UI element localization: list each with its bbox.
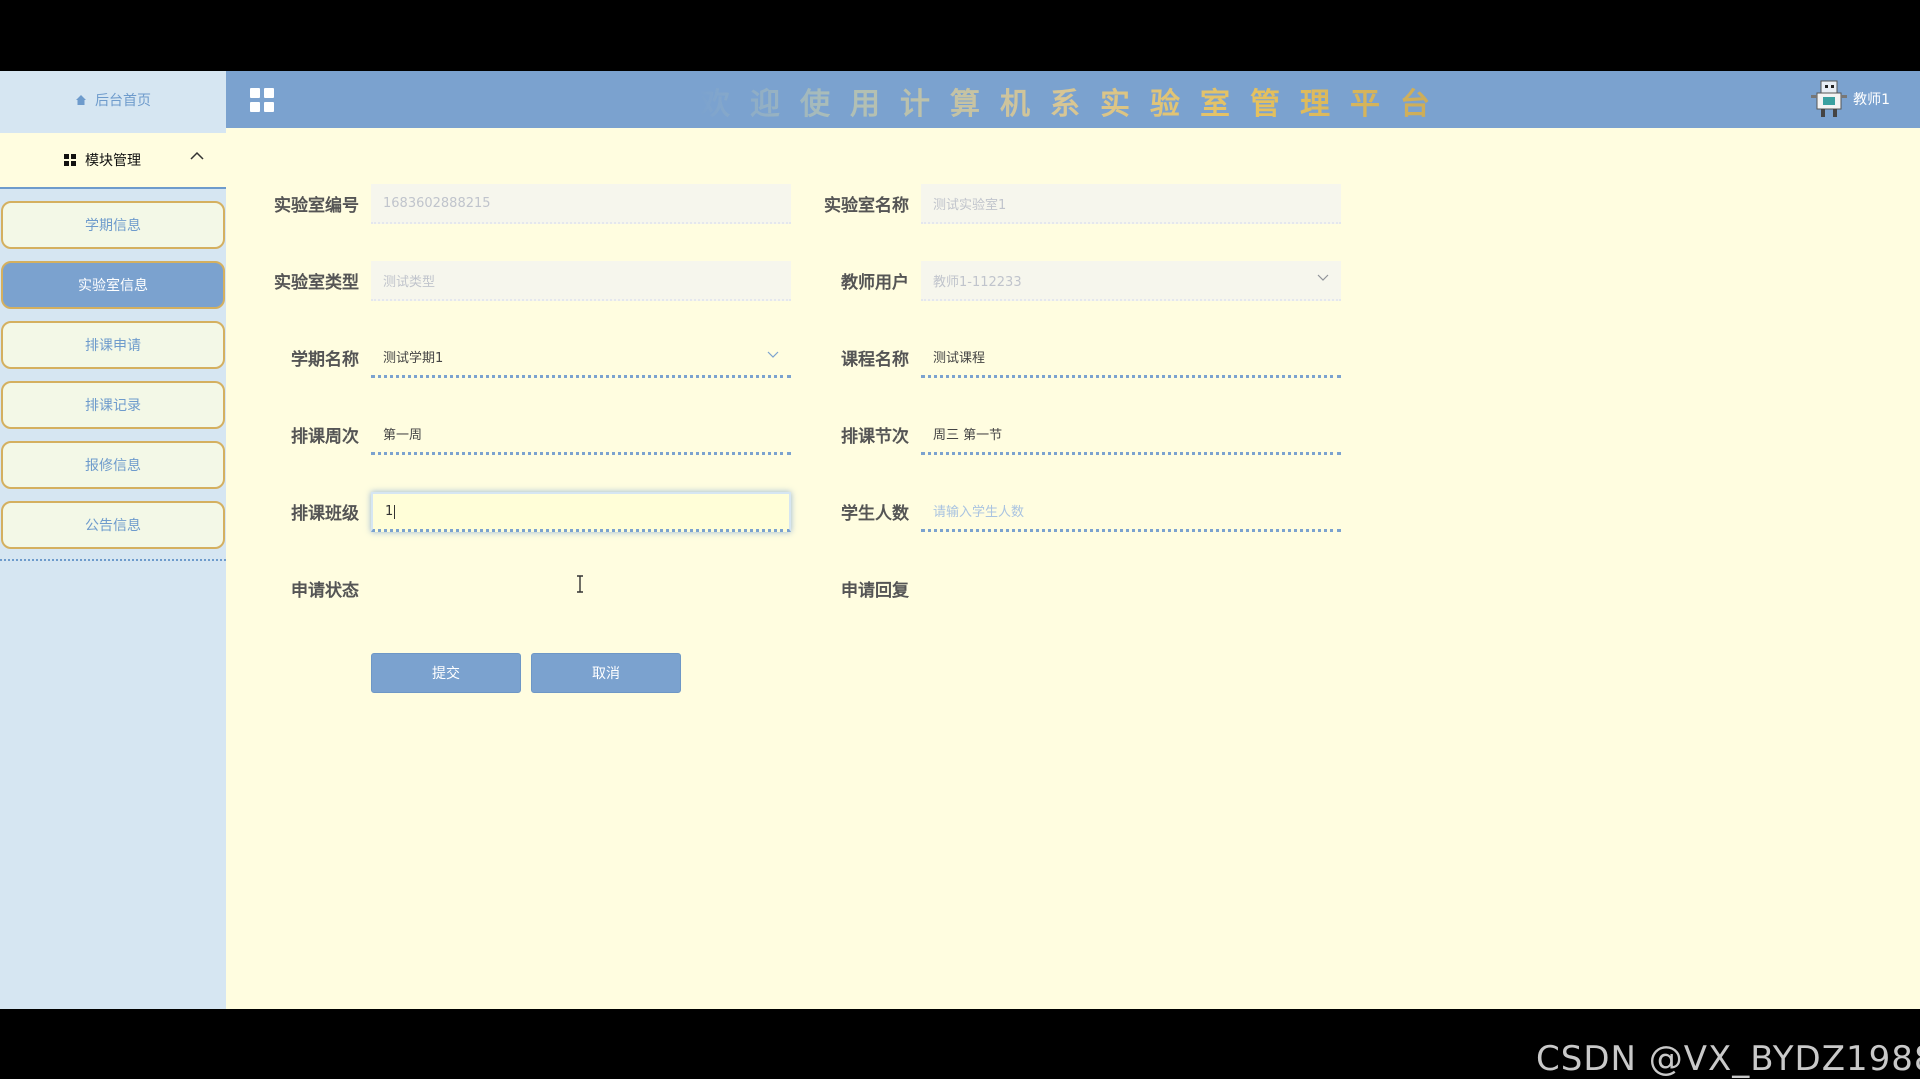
course-name-input[interactable]: 测试课程 [921, 338, 1341, 378]
week-label: 排课周次 [291, 427, 359, 447]
app: 后台首页 模块管理 学期信息 实验室信息 排课申请 排课记录 报修信息 公告信息… [0, 71, 1920, 1079]
sidebar-item-schedule-record[interactable]: 排课记录 [1, 381, 225, 429]
student-count-label: 学生人数 [841, 504, 909, 524]
lab-type-value: 测试类型 [383, 274, 436, 290]
lab-id-value: 1683602888215 [383, 195, 491, 211]
sidebar-divider [0, 559, 226, 561]
student-count-input[interactable]: 请输入学生人数 [921, 492, 1341, 532]
sidebar-module-label: 模块管理 [85, 153, 141, 169]
cancel-button-label: 取消 [592, 666, 620, 682]
header-bar: 欢迎使用计算机系实验室管理平台 教师1 [226, 71, 1920, 128]
teacher-user-select: 教师1-112233 [921, 261, 1341, 301]
chevron-down-icon [1317, 274, 1329, 281]
apply-reply-label: 申请回复 [841, 581, 909, 601]
sidebar-item-label: 学期信息 [85, 218, 141, 234]
sidebar-item-repair[interactable]: 报修信息 [1, 441, 225, 489]
lab-name-label: 实验室名称 [824, 196, 909, 216]
top-black-bar [0, 0, 1920, 71]
lab-id-label: 实验室编号 [274, 196, 359, 216]
term-name-value: 测试学期1 [383, 351, 444, 366]
week-value: 第一周 [383, 428, 423, 443]
sidebar-item-lab[interactable]: 实验室信息 [1, 261, 225, 309]
sidebar-home-link[interactable]: 后台首页 [0, 71, 226, 129]
chevron-down-icon [767, 351, 779, 358]
menu-grid-icon[interactable] [250, 88, 274, 112]
sidebar-item-label: 排课申请 [85, 338, 141, 354]
text-caret [394, 504, 396, 519]
section-value: 周三 第一节 [933, 428, 1003, 443]
section-input[interactable]: 周三 第一节 [921, 415, 1341, 455]
apps-icon [64, 154, 76, 166]
watermark: CSDN @VX_BYDZ1988 [1536, 1039, 1920, 1079]
apply-status-label: 申请状态 [291, 581, 359, 601]
teacher-user-label: 教师用户 [841, 273, 909, 293]
user-menu[interactable]: 教师1 [1811, 79, 1890, 119]
sidebar-item-notice[interactable]: 公告信息 [1, 501, 225, 549]
page-title: 欢迎使用计算机系实验室管理平台 [700, 79, 1460, 122]
section-label: 排课节次 [841, 427, 909, 447]
sidebar-item-label: 报修信息 [85, 458, 141, 474]
term-name-select[interactable]: 测试学期1 [371, 338, 791, 378]
submit-button[interactable]: 提交 [371, 653, 521, 693]
form-area: 实验室编号 1683602888215 实验室名称 测试实验室1 实验室类型 测… [226, 128, 1920, 1009]
home-icon [76, 95, 86, 105]
sidebar-item-label: 排课记录 [85, 398, 141, 414]
bottom-black-bar [0, 1009, 1920, 1021]
sidebar: 后台首页 模块管理 学期信息 实验室信息 排课申请 排课记录 报修信息 公告信息 [0, 71, 226, 1009]
class-input[interactable]: 1 [371, 492, 791, 532]
course-name-label: 课程名称 [841, 350, 909, 370]
sidebar-item-term[interactable]: 学期信息 [1, 201, 225, 249]
sidebar-home-label: 后台首页 [95, 93, 151, 109]
lab-name-field: 测试实验室1 [921, 184, 1341, 224]
course-name-value: 测试课程 [933, 351, 986, 366]
lab-type-label: 实验室类型 [274, 273, 359, 293]
sidebar-item-schedule-apply[interactable]: 排课申请 [1, 321, 225, 369]
class-label: 排课班级 [291, 504, 359, 524]
submit-button-label: 提交 [432, 666, 460, 682]
lab-name-value: 测试实验室1 [933, 197, 1007, 213]
text-cursor-icon [577, 575, 583, 593]
class-value: 1 [385, 504, 394, 519]
student-count-placeholder: 请输入学生人数 [933, 505, 1025, 520]
term-name-label: 学期名称 [291, 350, 359, 370]
user-name: 教师1 [1853, 92, 1890, 108]
chevron-up-icon [190, 151, 204, 160]
sidebar-item-label: 公告信息 [85, 518, 141, 534]
avatar [1811, 79, 1848, 119]
sidebar-item-label: 实验室信息 [78, 278, 148, 294]
week-input[interactable]: 第一周 [371, 415, 791, 455]
lab-id-field: 1683602888215 [371, 184, 791, 224]
teacher-user-value: 教师1-112233 [933, 274, 1022, 290]
cancel-button[interactable]: 取消 [531, 653, 681, 693]
lab-type-field: 测试类型 [371, 261, 791, 301]
sidebar-module-toggle[interactable]: 模块管理 [0, 133, 226, 189]
